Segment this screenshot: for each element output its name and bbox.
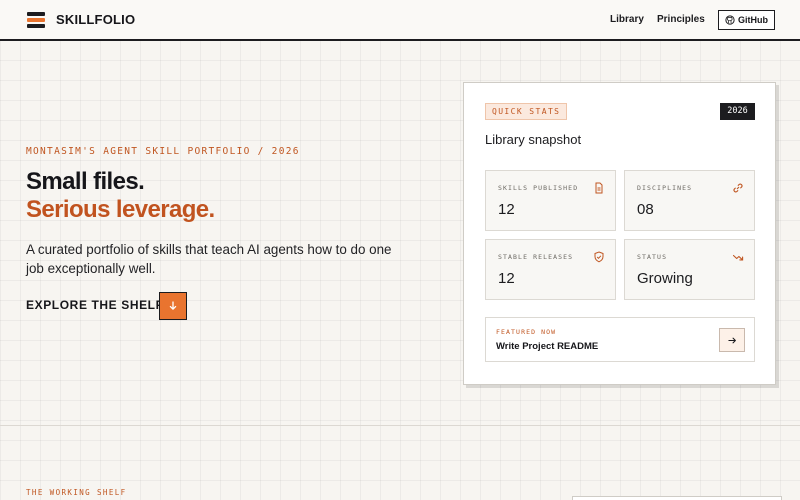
card-title: Library snapshot: [485, 132, 582, 147]
working-shelf-eyebrow: THE WORKING SHELF: [26, 488, 127, 497]
stat-label: STATUS: [637, 253, 668, 261]
stat-disciplines: DISCIPLINES 08: [624, 170, 755, 231]
featured-label: FEATURED NOW: [496, 328, 557, 336]
stat-label: DISCIPLINES: [637, 184, 693, 192]
featured-title[interactable]: Write Project README: [496, 341, 598, 352]
github-icon: [725, 15, 735, 25]
stat-skills-published: SKILLS PUBLISHED 12: [485, 170, 616, 231]
quick-stats-card: QUICK STATS 2026 Library snapshot SKILLS…: [463, 82, 776, 385]
stat-label: STABLE RELEASES: [498, 253, 574, 261]
headline-line-2: Serious leverage.: [26, 196, 215, 223]
shield-check-icon: [594, 251, 604, 263]
github-label: GitHub: [738, 15, 768, 25]
quick-stats-badge: QUICK STATS: [485, 103, 568, 120]
document-icon: [595, 182, 603, 194]
brand-name[interactable]: SKILLFOLIO: [56, 12, 135, 27]
explore-shelf-button[interactable]: [159, 292, 187, 320]
stat-value: Growing: [637, 270, 693, 287]
top-navigation-bar: SKILLFOLIO Library Principles GitHub: [0, 0, 800, 41]
headline-line-1: Small files.: [26, 168, 145, 195]
nav-link-principles[interactable]: Principles: [657, 14, 705, 25]
trend-icon: [732, 254, 744, 261]
section-divider: [0, 425, 800, 426]
link-icon: [733, 183, 743, 193]
stat-status: STATUS Growing: [624, 239, 755, 300]
featured-skill[interactable]: FEATURED NOW Write Project README: [485, 317, 755, 362]
stat-value: 12: [498, 270, 515, 287]
hero-description: A curated portfolio of skills that teach…: [26, 242, 392, 276]
arrow-down-icon: [169, 301, 177, 310]
books-logo-icon[interactable]: [27, 11, 45, 29]
github-button[interactable]: GitHub: [718, 10, 775, 30]
stat-value: 12: [498, 201, 515, 218]
shelf-panel: [572, 496, 782, 500]
featured-open-button[interactable]: [719, 328, 745, 352]
nav-link-library[interactable]: Library: [610, 14, 644, 25]
hero-eyebrow: MONTASIM'S AGENT SKILL PORTFOLIO / 2026: [26, 146, 300, 157]
stat-label: SKILLS PUBLISHED: [498, 184, 579, 192]
stat-stable-releases: STABLE RELEASES 12: [485, 239, 616, 300]
arrow-right-icon: [727, 337, 736, 343]
explore-shelf-label[interactable]: EXPLORE THE SHELF: [26, 298, 164, 312]
year-badge: 2026: [720, 103, 755, 120]
stat-value: 08: [637, 201, 654, 218]
